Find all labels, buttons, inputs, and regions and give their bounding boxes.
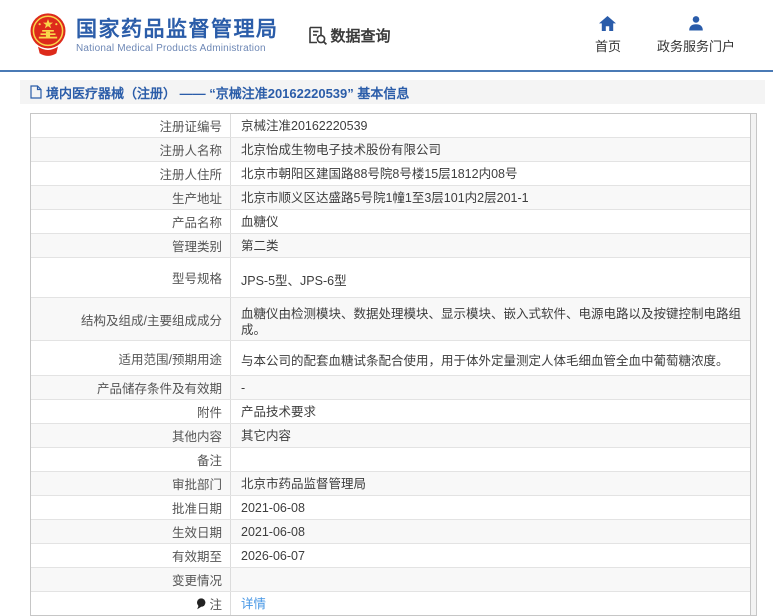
table-row: 注册人名称 北京怡成生物电子技术股份有限公司 — [31, 137, 750, 161]
row-value: 北京市药品监督管理局 — [241, 476, 367, 491]
row-value — [231, 568, 750, 591]
row-value: 其它内容 — [241, 428, 292, 443]
table-row: 型号规格 JPS-5型、JPS-6型 — [31, 257, 750, 297]
table-row: 注册证编号 京械注准20162220539 — [31, 114, 750, 137]
detail-link[interactable]: 详情 — [241, 596, 266, 612]
row-value: - — [241, 380, 246, 395]
table-row: 批准日期 2021-06-08 — [31, 495, 750, 519]
row-label: 审批部门 — [31, 472, 231, 495]
row-value: 北京市朝阳区建国路88号院8号楼15层1812内08号 — [241, 166, 518, 181]
row-value: 血糖仪由检测模块、数据处理模块、显示模块、嵌入式软件、电源电路以及按键控制电路组… — [241, 307, 742, 337]
row-label: 结构及组成/主要组成成分 — [31, 298, 231, 340]
table-row-note: 注 详情 — [31, 591, 750, 615]
top-nav: 首页 政务服务门户 — [595, 15, 749, 55]
row-label: 适用范围/预期用途 — [31, 341, 231, 375]
row-label: 管理类别 — [31, 234, 231, 257]
row-label: 产品储存条件及有效期 — [31, 376, 231, 399]
breadcrumb-text: 境内医疗器械（注册） —— “京械注准20162220539” 基本信息 — [46, 85, 410, 101]
row-label: 生效日期 — [31, 520, 231, 543]
nav-portal-label: 政务服务门户 — [656, 39, 735, 54]
table-row: 生效日期 2021-06-08 — [31, 519, 750, 543]
data-query-label: 数据查询 — [330, 27, 391, 45]
site-subtitle: National Medical Products Administration — [76, 42, 266, 54]
table-scrollbar[interactable] — [750, 114, 756, 615]
row-label: 备注 — [31, 448, 231, 471]
registration-table: 注册证编号 京械注准20162220539 注册人名称 北京怡成生物电子技术股份… — [30, 113, 757, 616]
site-title: 国家药品监督管理局 — [76, 17, 279, 41]
row-value: JPS-5型、JPS-6型 — [241, 273, 347, 288]
table-row: 注册人住所 北京市朝阳区建国路88号院8号楼15层1812内08号 — [31, 161, 750, 185]
table-row: 有效期至 2026-06-07 — [31, 543, 750, 567]
row-value: 血糖仪 — [241, 214, 279, 229]
row-label: 注册人名称 — [31, 138, 231, 161]
row-value: 2021-06-08 — [241, 500, 305, 515]
row-value: 第二类 — [241, 238, 279, 253]
row-label: 其他内容 — [31, 424, 231, 447]
row-label: 批准日期 — [31, 496, 231, 519]
document-icon — [30, 85, 42, 99]
main-content: 境内医疗器械（注册） —— “京械注准20162220539” 基本信息 注册证… — [20, 80, 765, 616]
note-icon — [197, 597, 206, 609]
row-label: 产品名称 — [31, 210, 231, 233]
user-icon — [688, 15, 704, 31]
table-row: 结构及组成/主要组成成分 血糖仪由检测模块、数据处理模块、显示模块、嵌入式软件、… — [31, 297, 750, 340]
table-row: 附件 产品技术要求 — [31, 399, 750, 423]
table-row: 产品名称 血糖仪 — [31, 209, 750, 233]
nav-home[interactable]: 首页 — [595, 15, 621, 55]
nav-portal[interactable]: 政务服务门户 — [657, 15, 735, 55]
row-value: 京械注准20162220539 — [241, 118, 368, 133]
doc-search-icon — [308, 26, 327, 45]
data-query-nav[interactable]: 数据查询 — [307, 25, 391, 46]
site-logo[interactable]: 国家药品监督管理局 National Medical Products Admi… — [28, 11, 279, 59]
home-icon — [599, 15, 617, 31]
row-label: 注 — [31, 592, 231, 615]
table-row: 审批部门 北京市药品监督管理局 — [31, 471, 750, 495]
table-row: 备注 — [31, 447, 750, 471]
site-header: 国家药品监督管理局 National Medical Products Admi… — [0, 0, 773, 72]
table-row: 其他内容 其它内容 — [31, 423, 750, 447]
row-label: 生产地址 — [31, 186, 231, 209]
national-emblem-icon — [30, 13, 66, 56]
row-value: 与本公司的配套血糖试条配合使用，用于体外定量测定人体毛细血管全血中葡萄糖浓度。 — [241, 354, 729, 368]
table-row: 管理类别 第二类 — [31, 233, 750, 257]
row-value — [231, 448, 750, 471]
row-value: 北京市顺义区达盛路5号院1幢1至3层101内2层201-1 — [241, 190, 529, 205]
breadcrumb: 境内医疗器械（注册） —— “京械注准20162220539” 基本信息 — [20, 80, 765, 104]
row-value: 详情 — [231, 592, 750, 615]
row-value: 产品技术要求 — [241, 404, 317, 419]
row-label: 型号规格 — [31, 258, 231, 297]
table-row: 产品储存条件及有效期 - — [31, 375, 750, 399]
row-label: 变更情况 — [31, 568, 231, 591]
row-label: 附件 — [31, 400, 231, 423]
table-row: 生产地址 北京市顺义区达盛路5号院1幢1至3层101内2层201-1 — [31, 185, 750, 209]
table-row: 变更情况 — [31, 567, 750, 591]
row-label: 注册人住所 — [31, 162, 231, 185]
row-value: 2021-06-08 — [241, 524, 305, 539]
table-row: 适用范围/预期用途 与本公司的配套血糖试条配合使用，用于体外定量测定人体毛细血管… — [31, 340, 750, 375]
row-value: 北京怡成生物电子技术股份有限公司 — [241, 142, 442, 157]
nav-home-label: 首页 — [594, 39, 621, 54]
row-label: 注册证编号 — [31, 114, 231, 137]
